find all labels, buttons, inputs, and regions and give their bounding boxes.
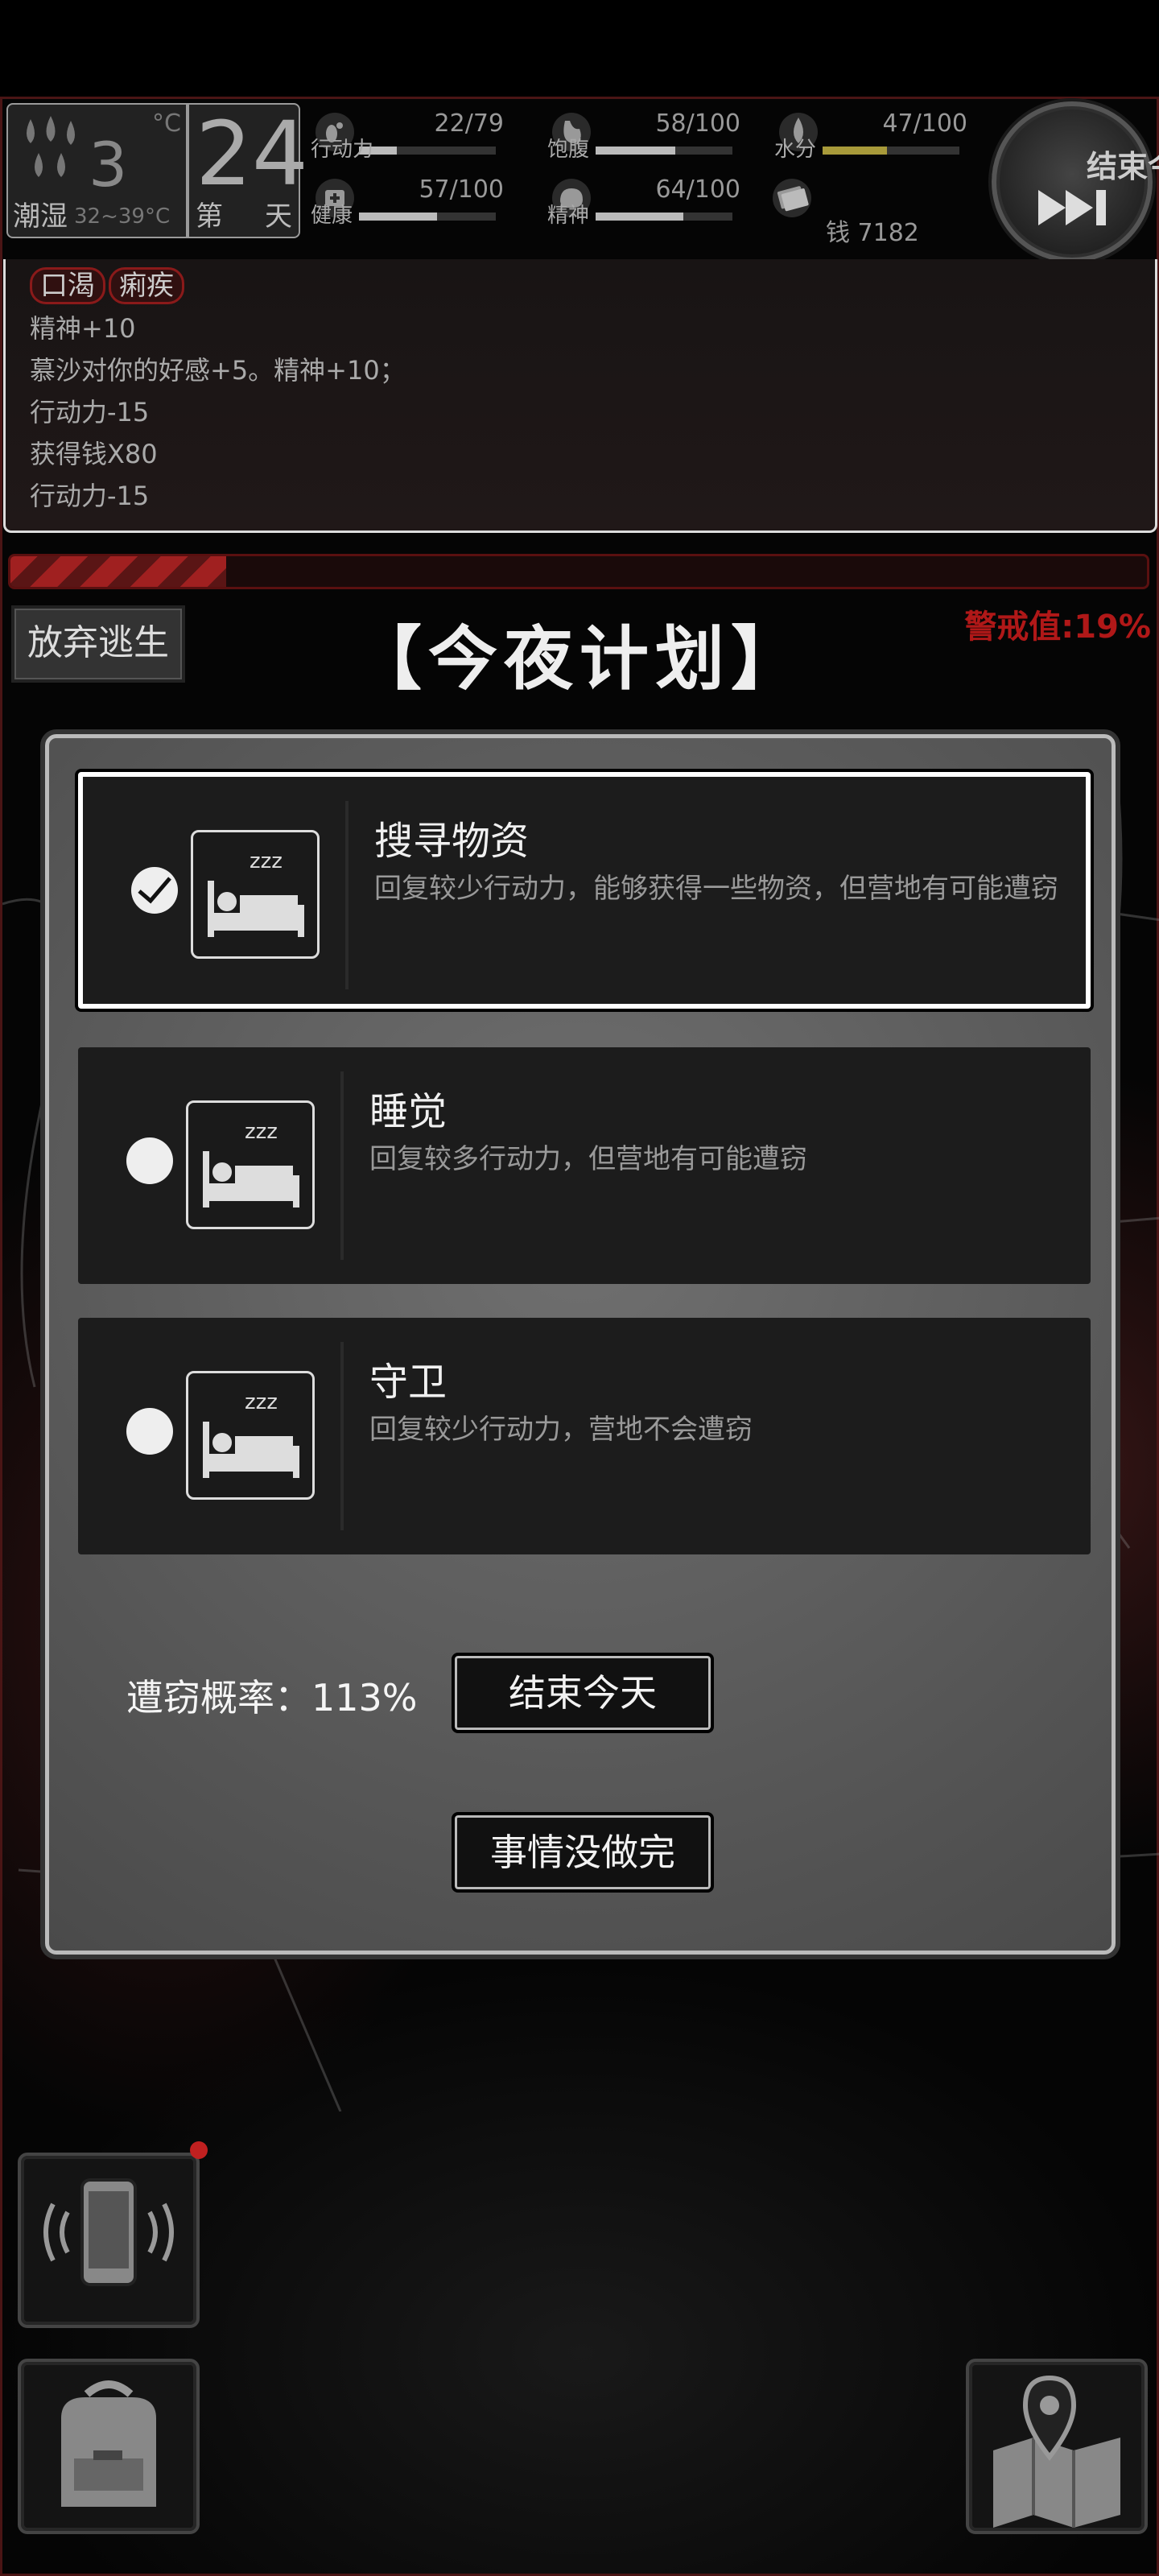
- stamina-bar: [359, 147, 496, 155]
- satiety-value: 58/100: [655, 109, 740, 138]
- money-amount: 7182: [857, 219, 919, 247]
- stamina-value: 22/79: [434, 109, 504, 138]
- fast-forward-icon: [1038, 190, 1106, 225]
- water-value: 47/100: [882, 109, 967, 138]
- day-label-left: 第: [196, 200, 223, 233]
- temperature-range: 32~39°C: [74, 204, 171, 229]
- day-label-right: 天: [265, 200, 292, 233]
- sleep-bed-icon: zzz: [186, 1100, 315, 1229]
- spirit-meter: 64/100 精神: [547, 175, 749, 232]
- health-value: 57/100: [419, 175, 504, 204]
- spirit-fill: [596, 213, 683, 221]
- event-log: 口渴 痢疾 精神+10 慕沙对你的好感+5。精神+10； 行动力-15 获得钱X8…: [3, 259, 1157, 533]
- health-bar: [359, 213, 496, 221]
- water-meter: 47/100 水分: [774, 109, 975, 166]
- spirit-bar: [596, 213, 732, 221]
- option-title: 睡觉: [369, 1089, 448, 1134]
- water-fill: [823, 147, 887, 155]
- humidity-label: 潮湿: [13, 200, 68, 233]
- stamina-meter: 22/79 行动力: [311, 109, 512, 166]
- option-search-supplies[interactable]: zzz 搜寻物资 回复较少行动力，能够获得一些物资，但营地有可能遭窃: [78, 772, 1091, 1009]
- log-line: 精神+10: [30, 313, 136, 344]
- log-line: 获得钱X80: [30, 439, 158, 469]
- option-description: 回复较少行动力，营地不会遭窃: [369, 1414, 753, 1446]
- phone-icon: [43, 2178, 174, 2286]
- option-title: 搜寻物资: [374, 819, 530, 864]
- log-line: 行动力-15: [30, 397, 150, 427]
- log-line: 慕沙对你的好感+5。精神+10；: [30, 355, 406, 386]
- svg-text:zzz: zzz: [245, 1120, 278, 1144]
- water-label: 水分: [774, 138, 817, 162]
- option-description: 回复较多行动力，但营地有可能遭窃: [369, 1143, 807, 1175]
- radio-unchecked[interactable]: [126, 1137, 173, 1184]
- temperature-unit: °C: [152, 109, 181, 138]
- stamina-label: 行动力: [311, 138, 374, 162]
- health-meter: 57/100 健康: [311, 175, 512, 232]
- checkmark-icon: [138, 877, 171, 904]
- divider: [340, 1342, 344, 1530]
- theft-rate-label: 遭窃概率：113%: [126, 1676, 418, 1719]
- money-display: 钱 7182: [768, 175, 969, 247]
- money-value: 钱 7182: [826, 213, 919, 248]
- option-guard[interactable]: zzz 守卫 回复较少行动力，营地不会遭窃: [78, 1318, 1091, 1554]
- option-description: 回复较少行动力，能够获得一些物资，但营地有可能遭窃: [374, 873, 1058, 905]
- sleep-bed-icon: zzz: [186, 1371, 315, 1500]
- satiety-fill: [596, 147, 675, 155]
- water-bar: [823, 147, 959, 155]
- map-icon: [993, 2375, 1120, 2528]
- radio-unchecked[interactable]: [126, 1408, 173, 1455]
- option-title: 守卫: [369, 1360, 448, 1405]
- status-bar: °C 3 潮湿 32~39°C 24 第 天 22/79 行动力 58/100 …: [6, 101, 1159, 262]
- alert-bar-fill: [10, 556, 227, 587]
- spirit-value: 64/100: [655, 175, 740, 204]
- status-tag-thirst[interactable]: 口渴: [30, 267, 105, 304]
- satiety-meter: 58/100 饱腹: [547, 109, 749, 166]
- end-day-label: 结束今日: [1086, 149, 1159, 184]
- rain-drops-icon: [27, 116, 75, 177]
- status-tag-dysentery[interactable]: 痢疾: [109, 267, 184, 304]
- phone-button[interactable]: [18, 2153, 200, 2328]
- satiety-bar: [596, 147, 732, 155]
- alert-bar: [8, 554, 1149, 589]
- map-button[interactable]: [966, 2359, 1148, 2534]
- health-fill: [359, 213, 437, 221]
- status-tags: 口渴 痢疾: [30, 267, 1131, 304]
- backpack-icon: [61, 2380, 156, 2507]
- night-plan-panel: zzz 搜寻物资 回复较少行动力，能够获得一些物资，但营地有可能遭窃 zzz 睡…: [45, 734, 1116, 1955]
- radio-checked[interactable]: [131, 867, 178, 914]
- weather-value: 3: [89, 129, 128, 200]
- end-today-button[interactable]: 结束今天: [452, 1653, 714, 1733]
- health-label: 健康: [311, 204, 353, 228]
- spirit-label: 精神: [547, 204, 590, 228]
- divider: [345, 801, 349, 989]
- day-number: 24: [196, 102, 308, 205]
- divider: [340, 1071, 344, 1260]
- page-title: 【今夜计划】: [353, 619, 806, 700]
- backpack-button[interactable]: [18, 2359, 200, 2534]
- log-line: 行动力-15: [30, 481, 150, 511]
- sleep-bed-icon: zzz: [191, 830, 320, 959]
- end-day-button[interactable]: 结束今日: [992, 101, 1159, 262]
- day-counter: 24 第 天: [188, 103, 308, 238]
- option-sleep[interactable]: zzz 睡觉 回复较多行动力，但营地有可能遭窃: [78, 1047, 1091, 1284]
- svg-text:zzz: zzz: [245, 1390, 278, 1414]
- money-icon: [773, 179, 811, 217]
- money-label: 钱: [826, 219, 850, 247]
- satiety-label: 饱腹: [547, 138, 590, 162]
- weather-panel: °C 3 潮湿 32~39°C: [6, 103, 188, 238]
- svg-text:zzz: zzz: [250, 849, 283, 873]
- not-done-button[interactable]: 事情没做完: [452, 1812, 714, 1893]
- notification-dot: [190, 2141, 208, 2159]
